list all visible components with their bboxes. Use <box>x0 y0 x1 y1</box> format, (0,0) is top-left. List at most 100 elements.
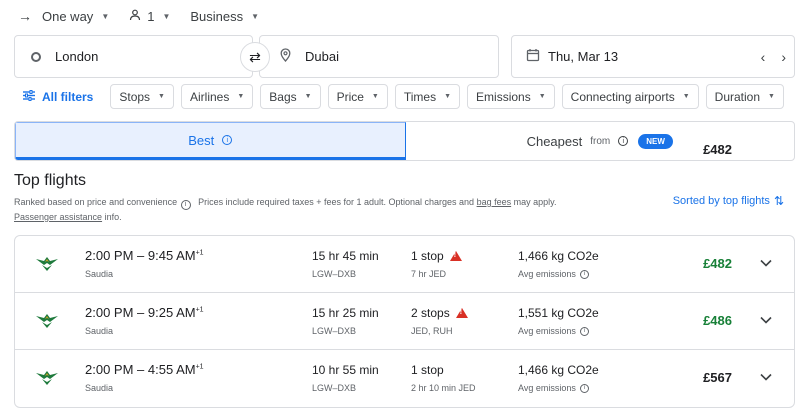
flight-duration: 15 hr 25 min <box>312 306 379 320</box>
sort-tabs: Best i Cheapest from £482 i NEW <box>14 121 795 161</box>
arrow-right-icon: → <box>18 8 32 24</box>
cabin-class-select[interactable]: Business ▼ <box>190 9 259 24</box>
flight-times: 2:00 PM – 9:45 AM+1 <box>85 248 204 263</box>
day-offset: +1 <box>195 363 204 371</box>
info-icon[interactable]: i <box>579 269 589 279</box>
sort-arrows-icon: ⇅ <box>773 194 784 208</box>
calendar-icon <box>526 48 540 65</box>
emissions-label-text: Avg emissions <box>518 269 576 279</box>
passengers-select[interactable]: 1 ▼ <box>129 9 170 24</box>
airline-name: Saudia <box>85 326 114 336</box>
filter-chip-stops[interactable]: Stops ▼ <box>110 84 174 109</box>
times-text: 2:00 PM – 4:55 AM <box>85 362 196 377</box>
saudia-logo-icon <box>35 253 59 275</box>
origin-input[interactable]: London <box>14 35 253 78</box>
chip-label: Bags <box>269 89 297 104</box>
chip-label: Airlines <box>189 89 230 104</box>
chip-label: Emissions <box>476 89 531 104</box>
flight-route: LGW–DXB <box>312 269 357 279</box>
warning-icon <box>449 251 462 261</box>
all-filters-label: All filters <box>42 89 94 104</box>
prices-note: Prices include required taxes + fees for… <box>198 197 475 207</box>
filter-bar: All filters Stops ▼ Airlines ▼ Bags ▼ Price… <box>14 84 784 109</box>
trip-type-label: One way <box>42 8 94 24</box>
flight-row[interactable]: 2:00 PM – 4:55 AM+1 Saudia 10 hr 55 min … <box>15 350 794 407</box>
chevron-right-icon[interactable]: › <box>781 49 786 65</box>
tune-icon <box>23 89 35 104</box>
emissions-label: Avg emissions i <box>518 383 589 393</box>
filter-chip-times[interactable]: Times ▼ <box>394 84 461 109</box>
chevron-down-icon: ▼ <box>158 93 165 100</box>
stop-detail: 7 hr JED <box>411 269 447 279</box>
info-icon[interactable]: i <box>618 136 629 146</box>
filter-chip-emissions[interactable]: Emissions ▼ <box>467 84 555 109</box>
trip-options: → One way ▼ 1 ▼ Business ▼ <box>18 6 259 26</box>
emissions-value: 1,466 kg CO2e <box>518 363 599 377</box>
chevron-down-icon: ▼ <box>682 93 690 100</box>
emissions-value: 1,466 kg CO2e <box>518 249 599 263</box>
sort-label: Sorted by top flights <box>672 195 770 207</box>
all-filters-button[interactable]: All filters <box>14 89 103 104</box>
destination-input[interactable]: Dubai <box>259 35 499 78</box>
chevron-down-icon: ▼ <box>304 93 312 100</box>
info-icon[interactable]: i <box>579 326 589 336</box>
filter-chip-duration[interactable]: Duration ▼ <box>705 84 784 109</box>
tab-best-label: Best <box>188 132 215 148</box>
chevron-down-icon: ▼ <box>101 11 110 21</box>
emissions-label-text: Avg emissions <box>518 326 576 336</box>
info-icon[interactable]: i <box>579 383 589 393</box>
flight-row[interactable]: 2:00 PM – 9:45 AM+1 Saudia 15 hr 45 min … <box>15 236 794 293</box>
info-suffix: info. <box>104 212 122 222</box>
origin-circle-icon <box>31 51 41 62</box>
trip-type-select[interactable]: → One way ▼ <box>18 8 109 24</box>
info-icon[interactable]: i <box>222 135 233 145</box>
airline-name: Saudia <box>85 383 114 393</box>
origin-value: London <box>55 49 99 64</box>
filter-chip-airlines[interactable]: Airlines ▼ <box>180 84 254 109</box>
passenger-assistance-link[interactable]: Passenger assistance <box>14 212 102 222</box>
flight-row[interactable]: 2:00 PM – 9:25 AM+1 Saudia 15 hr 25 min … <box>15 293 794 350</box>
section-title: Top flights <box>14 172 87 189</box>
tab-cheapest[interactable]: Cheapest from £482 i NEW <box>406 122 795 160</box>
flight-times: 2:00 PM – 4:55 AM+1 <box>85 362 204 377</box>
stops-info: 2 stops <box>411 306 468 320</box>
chevron-left-icon[interactable]: ‹ <box>761 49 766 65</box>
chevron-down-icon: ▼ <box>237 93 245 100</box>
cheapest-price: £482 <box>703 142 732 157</box>
times-text: 2:00 PM – 9:45 AM <box>85 248 196 263</box>
info-icon[interactable]: i <box>180 199 191 210</box>
stops-text: 2 stops <box>411 306 450 320</box>
filter-chip-bags[interactable]: Bags ▼ <box>260 84 321 109</box>
sort-button[interactable]: Sorted by top flights ⇅ <box>673 194 784 208</box>
expand-chevron-icon[interactable] <box>760 370 772 384</box>
saudia-logo-icon <box>35 310 59 332</box>
ranked-text: Ranked based on price and convenience <box>14 197 178 207</box>
swap-arrows-icon: ⇄ <box>249 48 261 65</box>
stop-detail: 2 hr 10 min JED <box>411 383 476 393</box>
emissions-value: 1,551 kg CO2e <box>518 306 599 320</box>
filter-chip-price[interactable]: Price ▼ <box>327 84 388 109</box>
swap-button[interactable]: ⇄ <box>240 42 270 72</box>
filter-chip-connecting-airports[interactable]: Connecting airports ▼ <box>561 84 699 109</box>
flight-times: 2:00 PM – 9:25 AM+1 <box>85 305 204 320</box>
date-value: Thu, Mar 13 <box>548 49 619 64</box>
tab-best[interactable]: Best i <box>15 122 406 160</box>
tab-cheapest-label: Cheapest <box>526 133 583 149</box>
chevron-down-icon: ▼ <box>444 93 452 100</box>
chevron-down-icon: ▼ <box>251 11 260 21</box>
expand-chevron-icon[interactable] <box>760 256 772 270</box>
departure-date-input[interactable]: Thu, Mar 13 ‹ › <box>511 35 795 78</box>
emissions-label-text: Avg emissions <box>518 383 576 393</box>
stops-info: 1 stop <box>411 363 444 377</box>
day-offset: +1 <box>195 306 204 314</box>
expand-chevron-icon[interactable] <box>760 313 772 327</box>
stops-text: 1 stop <box>411 249 444 263</box>
emissions-label: Avg emissions i <box>518 326 589 336</box>
flight-route: LGW–DXB <box>312 383 357 393</box>
results-list: 2:00 PM – 9:45 AM+1 Saudia 15 hr 45 min … <box>14 235 795 408</box>
bag-fees-link[interactable]: bag fees <box>477 197 512 207</box>
day-offset: +1 <box>195 249 204 257</box>
chip-label: Times <box>403 89 437 104</box>
cabin-class-label: Business <box>190 8 244 24</box>
location-pin-icon <box>280 48 291 65</box>
